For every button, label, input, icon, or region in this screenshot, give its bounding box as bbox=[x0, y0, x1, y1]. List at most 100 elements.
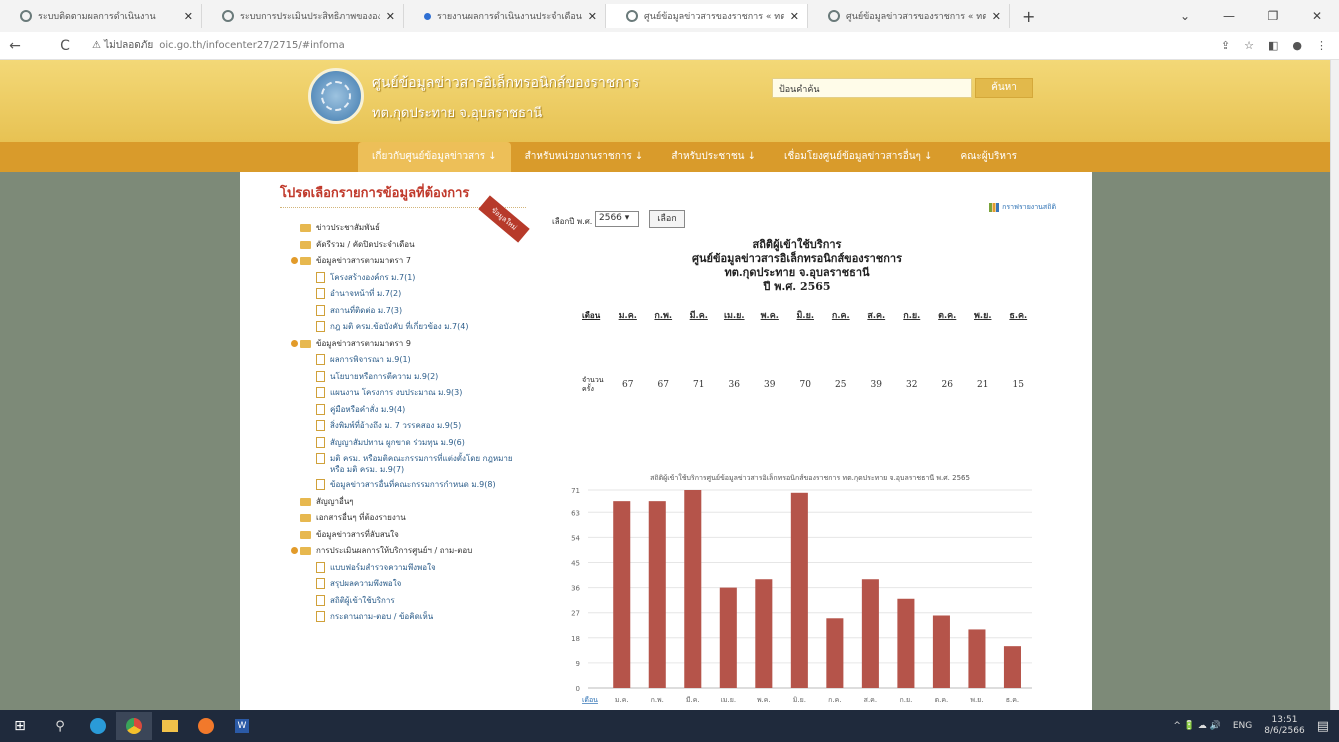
site-header: ศูนย์ข้อมูลข่าวสารอิเล็กทรอนิกส์ของราชกา… bbox=[0, 60, 1330, 142]
browser-tab[interactable]: รายงานผลการดำเนินงานประจำเดือน ✕ bbox=[404, 4, 606, 28]
sidebar-icon[interactable]: ◧ bbox=[1268, 39, 1278, 52]
collapse-icon[interactable] bbox=[291, 257, 298, 264]
firefox-icon[interactable] bbox=[188, 714, 224, 738]
x-tick-label: มิ.ย. bbox=[793, 696, 806, 704]
tab-favicon-icon bbox=[20, 10, 32, 22]
tab-search-icon[interactable]: ⌄ bbox=[1163, 9, 1207, 23]
tree-item[interactable]: สถิติผู้เข้าใช้บริการ bbox=[300, 594, 520, 612]
share-icon[interactable]: ⇪ bbox=[1221, 39, 1230, 52]
tree-item-label: คู่มือหรือคำสั่ง ม.9(4) bbox=[330, 404, 406, 414]
menu-item[interactable]: เชื่อมโยงศูนย์ข้อมูลข่าวสารอื่นๆ ↓ bbox=[770, 142, 946, 172]
security-indicator[interactable]: ⚠ ไม่ปลอดภัย bbox=[92, 38, 153, 53]
tree-item[interactable]: กระดานถาม-ตอบ / ข้อคิดเห็น bbox=[300, 611, 520, 628]
reload-button[interactable]: C bbox=[50, 38, 80, 54]
chrome-icon[interactable] bbox=[116, 712, 152, 740]
collapse-icon[interactable] bbox=[291, 339, 298, 347]
tree-item[interactable]: การประเมินผลการให้บริการศูนย์ฯ / ถาม-ตอบ bbox=[291, 545, 520, 562]
year-select-value: 2566 bbox=[599, 213, 622, 223]
document-icon bbox=[316, 561, 325, 573]
tree-item[interactable]: แผนงาน โครงการ งบประมาณ ม.9(3) bbox=[300, 387, 520, 404]
tree-item[interactable]: สัญญาอื่นๆ bbox=[300, 496, 520, 513]
document-icon bbox=[316, 611, 325, 622]
tab-close-icon[interactable]: ✕ bbox=[992, 10, 1001, 23]
tree-item[interactable]: สิ่งพิมพ์ที่อ้างถึง ม. 7 วรรคสอง ม.9(5) bbox=[300, 420, 520, 437]
close-window-icon[interactable]: ✕ bbox=[1295, 9, 1339, 23]
browser-tab[interactable]: ระบบติดตามผลการดำเนินงาน ✕ bbox=[0, 4, 202, 28]
tree-item-label: ข้อมูลข่าวสารที่ลับสนใจ bbox=[316, 529, 399, 539]
restore-icon[interactable]: ❐ bbox=[1251, 9, 1295, 23]
chart-bar bbox=[719, 587, 737, 688]
tab-close-icon[interactable]: ✕ bbox=[184, 10, 193, 23]
start-icon[interactable]: ⊞ bbox=[0, 718, 40, 734]
browser-tab[interactable]: ศูนย์ข้อมูลข่าวสารของราชการ « ทต. ✕ bbox=[808, 4, 1010, 28]
tree-item[interactable]: แบบฟอร์มสำรวจความพึงพอใจ bbox=[300, 561, 520, 579]
tree-item[interactable]: ข้อมูลข่าวสารอื่นที่คณะกรรมการกำหนด ม.9(… bbox=[300, 479, 520, 496]
tree-item[interactable]: โครงสร้างองค์กร ม.7(1) bbox=[300, 271, 520, 289]
tree-item[interactable]: เอกสารอื่นๆ ที่ต้องรายงาน bbox=[300, 512, 520, 529]
tree-item[interactable]: สรุปผลความพึงพอใจ bbox=[300, 578, 520, 595]
tree-item-label: กฎ มติ ครม.ข้อบังคับ ที่เกี่ยวข้อง ม.7(4… bbox=[330, 322, 469, 331]
tree-item[interactable]: กฎ มติ ครม.ข้อบังคับ ที่เกี่ยวข้อง ม.7(4… bbox=[300, 321, 520, 338]
edge-icon[interactable] bbox=[80, 714, 116, 738]
count-cell: 32 bbox=[906, 380, 918, 390]
tab-close-icon[interactable]: ✕ bbox=[790, 10, 799, 23]
url-field[interactable]: oic.go.th/infocenter27/2715/#infoma bbox=[159, 40, 345, 51]
tab-close-icon[interactable]: ✕ bbox=[588, 10, 597, 23]
menu-item[interactable]: คณะผู้บริหาร bbox=[946, 142, 1031, 172]
word-icon[interactable]: W bbox=[224, 714, 260, 738]
tab-close-icon[interactable]: ✕ bbox=[386, 10, 395, 23]
monthly-stats-table: เดือน ม.ค. ก.พ. มี.ค. เม.ย. พ.ค. มิ.ย. ก.ค. ส.ค… bbox=[582, 308, 1037, 394]
month-header-row: เดือน ม.ค. ก.พ. มี.ค. เม.ย. พ.ค. มิ.ย. ก.ค. ส.ค… bbox=[582, 308, 1037, 322]
year-select-button[interactable]: เลือก bbox=[649, 210, 685, 228]
browser-menu-icon[interactable]: ⋮ bbox=[1316, 39, 1327, 52]
tree-item[interactable]: ข่าวประชาสัมพันธ์ bbox=[300, 222, 520, 239]
tree-item-label: สถานที่ติดต่อ ม.7(3) bbox=[330, 305, 403, 315]
new-tab-button[interactable]: + bbox=[1022, 7, 1035, 26]
browser-tab[interactable]: ศูนย์ข้อมูลข่าวสารของราชการ « ทต. ✕ bbox=[606, 4, 808, 28]
month-cell: ม.ค. bbox=[618, 311, 637, 321]
tree-item[interactable]: ข้อมูลข่าวสารที่ลับสนใจ bbox=[300, 529, 520, 546]
vertical-scrollbar[interactable] bbox=[1330, 60, 1339, 710]
graph-report-link[interactable]: กราฟรายงานสถิติ bbox=[989, 202, 1056, 213]
count-cell: 26 bbox=[941, 380, 953, 390]
tree-item[interactable]: นโยบายหรือการตีความ ม.9(2) bbox=[300, 370, 520, 388]
language-indicator[interactable]: ENG bbox=[1233, 721, 1252, 731]
search-taskbar-icon[interactable]: ⚲ bbox=[40, 719, 80, 734]
menu-item[interactable]: สำหรับหน่วยงานราชการ ↓ bbox=[511, 142, 658, 172]
menu-item[interactable]: เกี่ยวกับศูนย์ข้อมูลข่าวสาร ↓ bbox=[358, 142, 511, 172]
browser-tab[interactable]: ระบบการประเมินประสิทธิภาพขององค์ ✕ bbox=[202, 4, 404, 28]
folder-icon bbox=[300, 224, 311, 232]
document-icon bbox=[316, 288, 325, 299]
tree-item-label: มติ ครม. หรือมติคณะกรรมการที่แต่งตั้งโดย… bbox=[330, 454, 513, 474]
back-button[interactable]: ← bbox=[0, 38, 30, 54]
notification-icon[interactable]: ▤ bbox=[1317, 719, 1329, 734]
collapse-icon[interactable] bbox=[291, 547, 298, 554]
tree-item[interactable]: ข้อมูลข่าวสารตามมาตรา 7 bbox=[291, 255, 520, 272]
menu-item[interactable]: สำหรับประชาชน ↓ bbox=[657, 142, 770, 172]
minimize-icon[interactable]: — bbox=[1207, 9, 1251, 23]
clock[interactable]: 13:51 8/6/2566 bbox=[1264, 715, 1304, 737]
tree-item-label: ข้อมูลข่าวสารตามมาตรา 7 bbox=[316, 256, 411, 265]
browser-tabstrip: ระบบติดตามผลการดำเนินงาน ✕ ระบบการประเมินป… bbox=[0, 0, 1339, 32]
tree-item[interactable]: สัญญาสัมปทาน ผูกขาด ร่วมทุน ม.9(6) bbox=[300, 436, 520, 454]
year-select[interactable]: 2566 ▾ bbox=[595, 211, 639, 227]
site-logo[interactable] bbox=[308, 68, 364, 124]
tree-item[interactable]: คัดรีรวม / คัดปิดประจำเดือน bbox=[300, 239, 520, 256]
count-row: จำนวน ครั้ง 67 67 71 36 39 70 25 39 32 26 21 15 bbox=[582, 376, 1037, 394]
tree-item[interactable]: ข้อมูลข่าวสารตามมาตรา 9 bbox=[291, 338, 520, 355]
tree-item[interactable]: มติ ครม. หรือมติคณะกรรมการที่แต่งตั้งโดย… bbox=[300, 453, 520, 479]
folder-icon bbox=[300, 514, 311, 522]
tree-item[interactable]: อำนาจหน้าที่ ม.7(2) bbox=[300, 288, 520, 305]
tree-item[interactable]: คู่มือหรือคำสั่ง ม.9(4) bbox=[300, 403, 520, 421]
chart-bar bbox=[684, 490, 702, 688]
search-button[interactable]: ค้นหา bbox=[975, 78, 1033, 98]
y-tick-label: 63 bbox=[571, 509, 580, 517]
profile-icon[interactable]: ● bbox=[1292, 39, 1302, 52]
bookmark-star-icon[interactable]: ☆ bbox=[1244, 39, 1254, 52]
search-input[interactable]: ป้อนคำค้น bbox=[772, 78, 972, 98]
tree-item[interactable]: ผลการพิจารณา ม.9(1) bbox=[300, 354, 520, 371]
tray-icons[interactable]: ^ 🔋 ☁ 🔊 bbox=[1173, 721, 1221, 731]
month-cell: ก.ค. bbox=[831, 311, 850, 321]
tree-item[interactable]: สถานที่ติดต่อ ม.7(3) bbox=[300, 304, 520, 322]
file-explorer-icon[interactable] bbox=[152, 714, 188, 738]
